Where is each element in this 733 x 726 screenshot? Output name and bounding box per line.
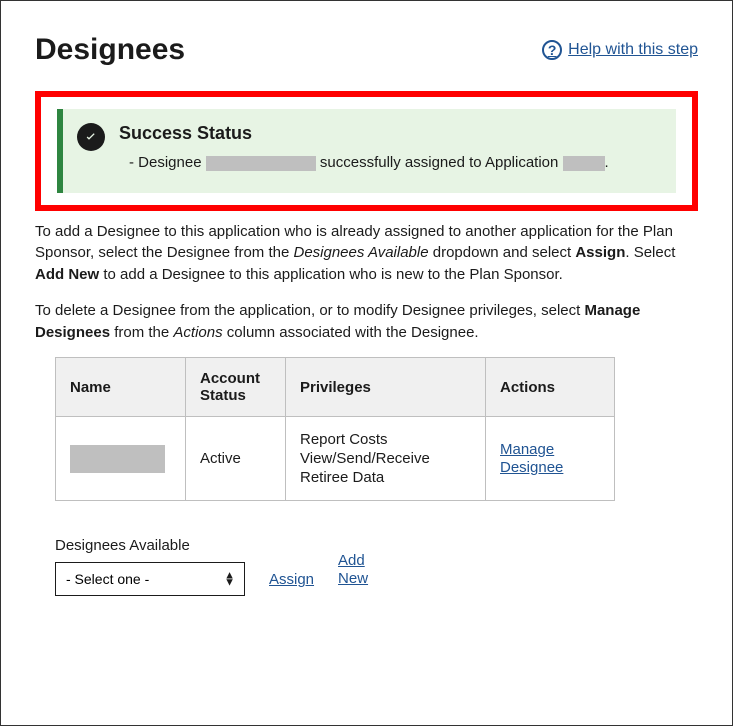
col-header-name: Name — [56, 358, 186, 417]
success-heading: Success Status — [119, 123, 658, 144]
redacted-designee-name — [70, 445, 165, 473]
intro-paragraph-1: To add a Designee to this application wh… — [35, 221, 698, 286]
help-link[interactable]: ? Help with this step — [542, 40, 698, 60]
assign-link[interactable]: Assign — [269, 571, 314, 588]
cell-privileges: Report Costs View/Send/Receive Retiree D… — [286, 417, 486, 501]
table-header-row: Name Account Status Privileges Actions — [56, 358, 615, 417]
check-circle-icon — [77, 123, 105, 151]
col-header-privileges: Privileges — [286, 358, 486, 417]
table-row: Active Report Costs View/Send/Receive Re… — [56, 417, 615, 501]
header: Designees ? Help with this step — [35, 33, 698, 67]
intro-paragraph-2: To delete a Designee from the applicatio… — [35, 300, 698, 344]
page-container: Designees ? Help with this step Success … — [0, 0, 733, 726]
manage-designee-link[interactable]: Manage Designee — [500, 441, 600, 477]
cell-status: Active — [186, 417, 286, 501]
add-new-link[interactable]: Add New — [338, 552, 378, 588]
designees-available-label: Designees Available — [55, 537, 245, 554]
cell-actions: Manage Designee — [486, 417, 615, 501]
highlight-annotation: Success Status - Designee successfully a… — [35, 91, 698, 211]
redacted-name — [206, 156, 316, 171]
col-header-actions: Actions — [486, 358, 615, 417]
page-title: Designees — [35, 33, 185, 67]
help-icon: ? — [542, 40, 562, 60]
help-link-text: Help with this step — [568, 41, 698, 59]
cell-name — [56, 417, 186, 501]
redacted-app-id — [563, 156, 605, 171]
assign-row: Designees Available - Select one - ▲▼ As… — [55, 537, 698, 596]
success-message: - Designee successfully assigned to Appl… — [119, 152, 658, 175]
success-content: Success Status - Designee successfully a… — [119, 123, 658, 175]
designees-available-select[interactable]: - Select one - — [55, 562, 245, 596]
col-header-status: Account Status — [186, 358, 286, 417]
designees-available-block: Designees Available - Select one - ▲▼ — [55, 537, 245, 596]
designees-table: Name Account Status Privileges Actions A… — [55, 357, 615, 501]
success-panel: Success Status - Designee successfully a… — [57, 109, 676, 193]
